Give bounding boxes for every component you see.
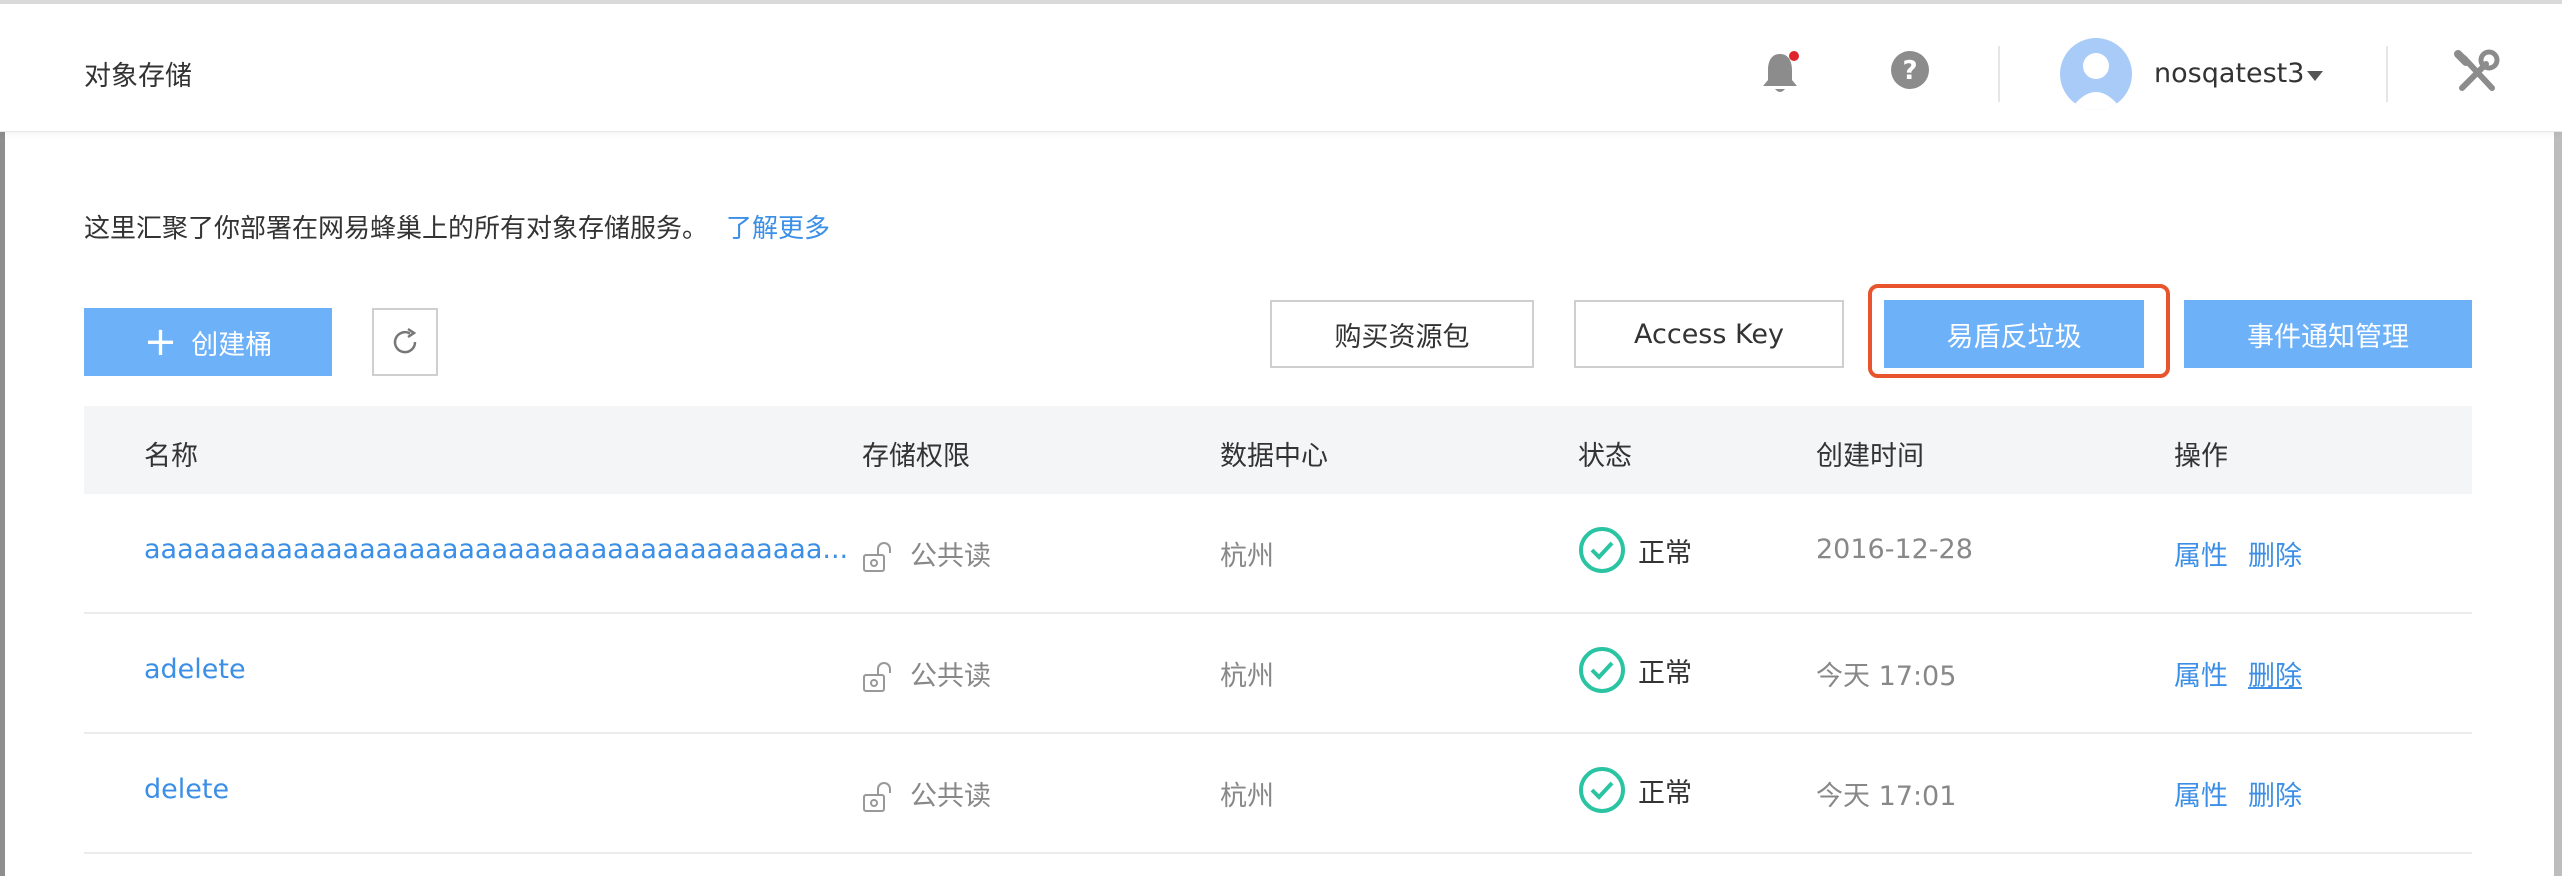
col-status-header: 状态 [1578, 441, 1632, 472]
actions-cell: 属性 删除 [2174, 774, 2322, 813]
actions-cell: 属性 删除 [2174, 654, 2322, 693]
create-bucket-button[interactable]: + 创建桶 [84, 308, 332, 376]
status-cell: 正常 [1578, 766, 1692, 814]
unlock-icon [863, 541, 891, 572]
event-notification-button[interactable]: 事件通知管理 [2184, 300, 2472, 368]
bucket-table: 名称 存储权限 数据中心 状态 创建时间 操作 aaaaaaaaaaaaaaaa… [84, 406, 2472, 854]
permission-label: 公共读 [910, 661, 991, 692]
datacenter-cell: 杭州 [1220, 781, 1274, 812]
status-label: 正常 [1638, 657, 1692, 689]
refresh-button[interactable] [372, 308, 438, 376]
permission-label: 公共读 [910, 541, 991, 572]
properties-link[interactable]: 属性 [2174, 661, 2228, 692]
col-actions-header: 操作 [2174, 441, 2228, 472]
bucket-name-link[interactable]: adelete [144, 654, 246, 685]
datacenter-cell: 杭州 [1220, 541, 1274, 572]
check-circle-icon [1579, 767, 1625, 813]
top-bar: 对象存储 ? nosqatest3 [0, 0, 2562, 132]
status-label: 正常 [1638, 777, 1692, 809]
col-permission-header: 存储权限 [862, 441, 970, 472]
delete-link[interactable]: 删除 [2248, 781, 2302, 812]
table-header: 名称 存储权限 数据中心 状态 创建时间 操作 [84, 406, 2472, 494]
properties-link[interactable]: 属性 [2174, 541, 2228, 572]
created-time-cell: 2016-12-28 [1816, 534, 1973, 565]
status-label: 正常 [1638, 537, 1692, 569]
permission-cell: 公共读 [862, 534, 991, 575]
col-datacenter-header: 数据中心 [1220, 441, 1328, 472]
header-separator [1998, 46, 2000, 102]
delete-link[interactable]: 删除 [2248, 661, 2302, 692]
unlock-icon [863, 781, 891, 812]
created-time-cell: 今天 17:05 [1816, 661, 1957, 692]
status-cell: 正常 [1578, 646, 1692, 694]
table-row: delete 公共读 杭州 正常 今天 17:01 属性 删除 [84, 734, 2472, 854]
created-time-cell: 今天 17:01 [1816, 781, 1957, 812]
status-cell: 正常 [1578, 526, 1692, 574]
help-icon[interactable]: ? [1890, 50, 1930, 90]
check-circle-icon [1579, 647, 1625, 693]
caret-down-icon[interactable] [2306, 70, 2324, 82]
check-circle-icon [1579, 527, 1625, 573]
app-title: 对象存储 [84, 61, 192, 92]
access-key-button[interactable]: Access Key [1574, 300, 1844, 368]
bell-icon[interactable] [1760, 50, 1800, 96]
col-created-header: 创建时间 [1816, 441, 1924, 472]
permission-cell: 公共读 [862, 654, 991, 695]
buy-package-button[interactable]: 购买资源包 [1270, 300, 1534, 368]
refresh-icon [393, 327, 417, 354]
permission-cell: 公共读 [862, 774, 991, 815]
actions-cell: 属性 删除 [2174, 534, 2322, 573]
scrollbar[interactable] [2554, 132, 2562, 876]
create-bucket-label: 创建桶 [191, 329, 273, 361]
plus-icon: + [143, 319, 178, 365]
datacenter-cell: 杭州 [1220, 661, 1274, 692]
unlock-icon [863, 661, 891, 692]
bucket-name-link[interactable]: aaaaaaaaaaaaaaaaaaaaaaaaaaaaaaaaaaaaaaaa… [144, 534, 848, 565]
username[interactable]: nosqatest3 [2154, 58, 2304, 89]
properties-link[interactable]: 属性 [2174, 781, 2228, 812]
header-separator [2386, 46, 2388, 102]
intro-description: 这里汇聚了你部署在网易蜂巢上的所有对象存储服务。 [84, 214, 709, 244]
bucket-name-link[interactable]: delete [144, 774, 229, 805]
tools-icon[interactable] [2452, 48, 2502, 98]
svg-text:?: ? [1902, 56, 1917, 86]
table-row: adelete 公共读 杭州 正常 今天 17:05 属性 删除 [84, 614, 2472, 734]
intro-text: 这里汇聚了你部署在网易蜂巢上的所有对象存储服务。 了解更多 [84, 208, 830, 245]
user-avatar[interactable] [2060, 38, 2132, 110]
highlight-box [1868, 284, 2170, 378]
learn-more-link[interactable]: 了解更多 [726, 214, 830, 244]
col-name-header: 名称 [144, 441, 198, 472]
table-row: aaaaaaaaaaaaaaaaaaaaaaaaaaaaaaaaaaaaaaaa… [84, 494, 2472, 614]
delete-link[interactable]: 删除 [2248, 541, 2302, 572]
permission-label: 公共读 [910, 781, 991, 812]
